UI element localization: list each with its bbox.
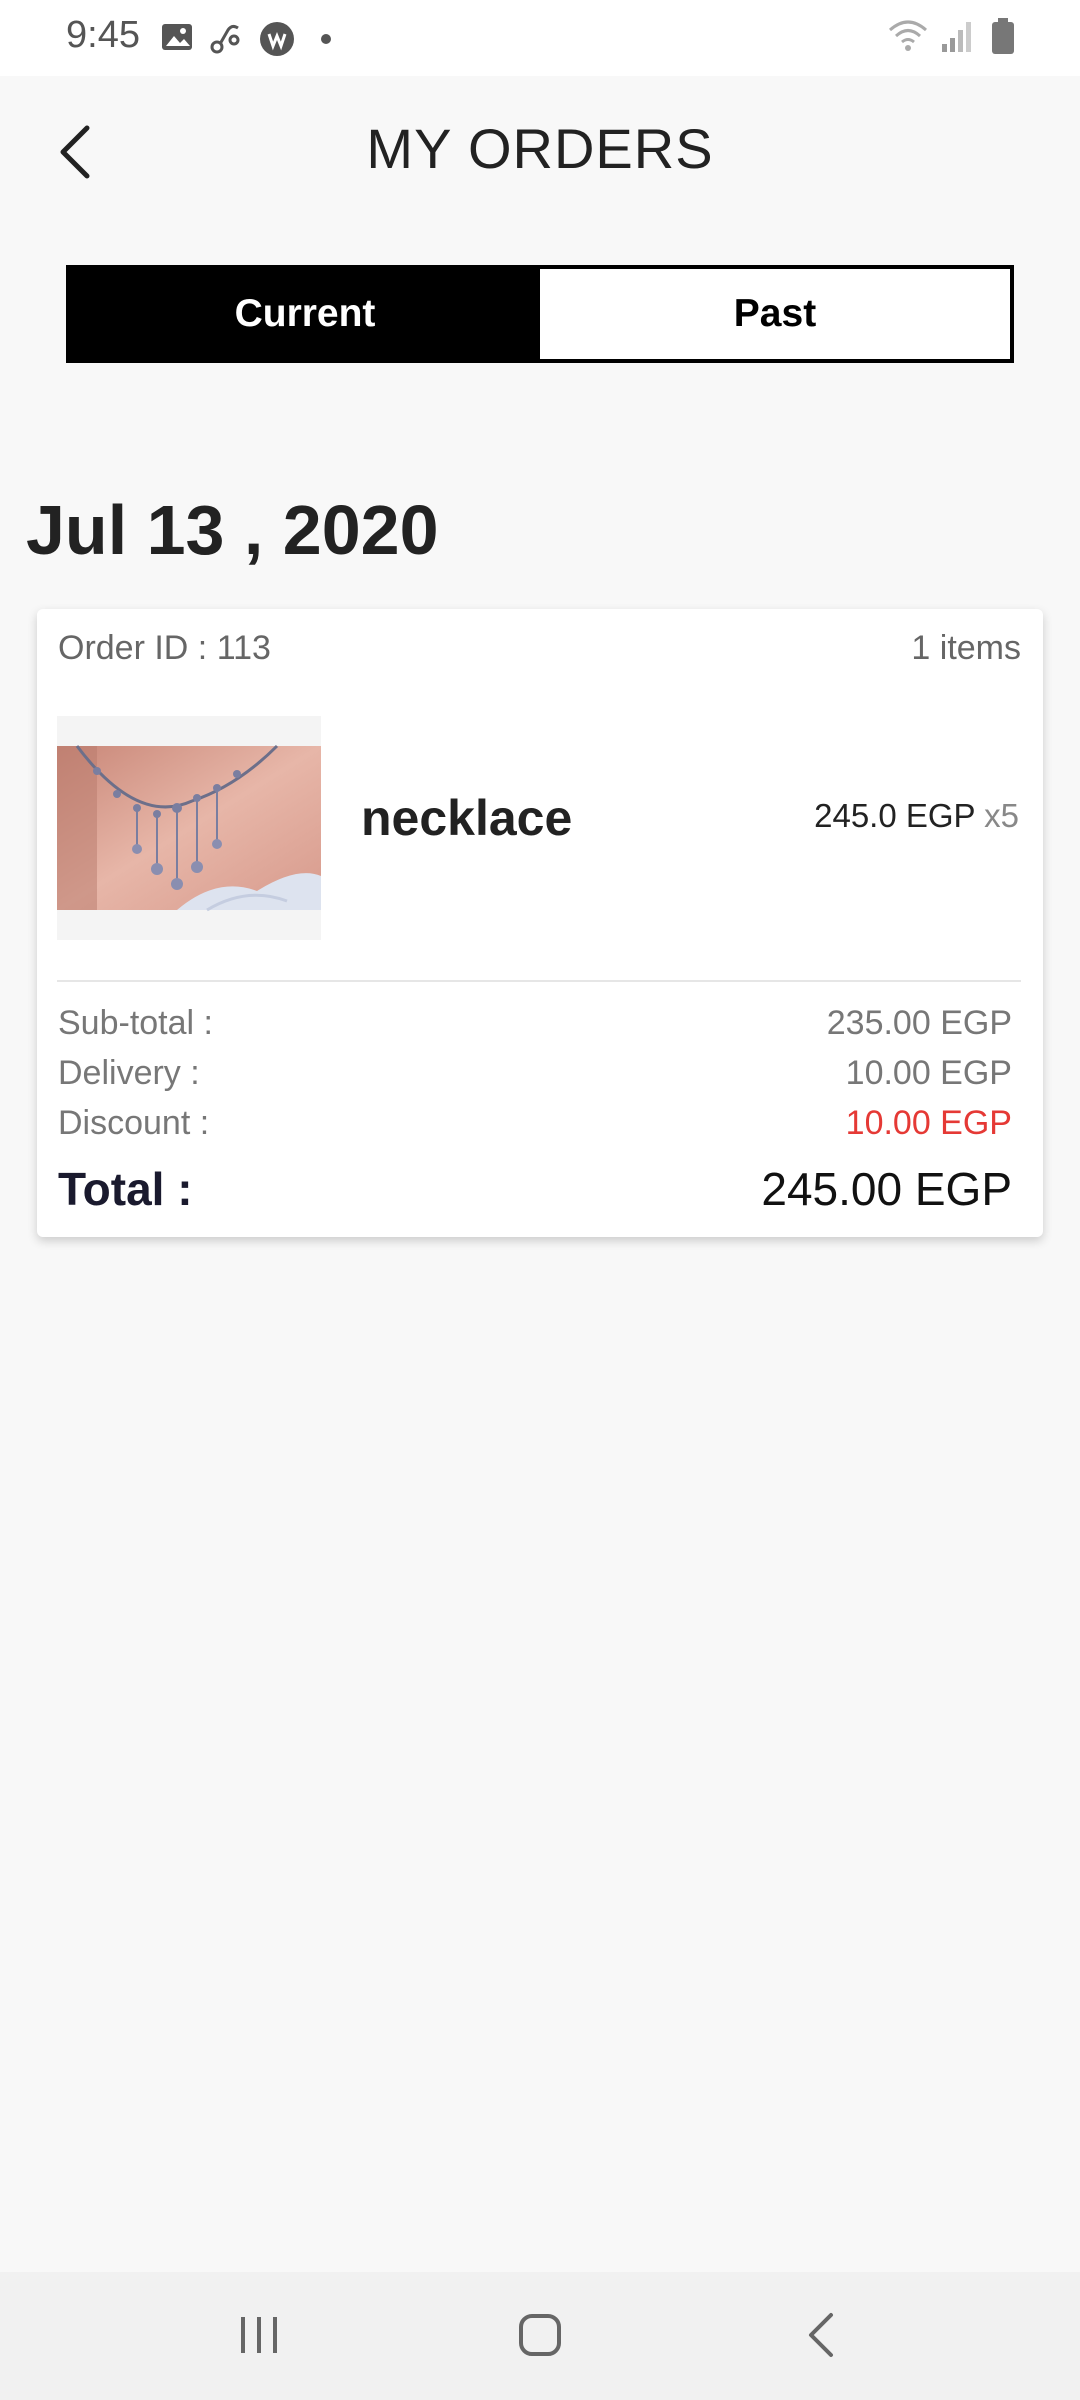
divider (57, 980, 1021, 982)
signal-icon (940, 18, 974, 59)
total-label: Total : (58, 1163, 193, 1215)
subtotal-value: 235.00 EGP (826, 1004, 1012, 1042)
item-count: 1 items (911, 629, 1021, 667)
home-button[interactable] (505, 2302, 575, 2372)
back-icon (803, 2311, 839, 2364)
status-time: 9:45 (66, 14, 140, 56)
link-icon (208, 20, 244, 61)
status-bar: 9:45 (0, 0, 1080, 76)
subtotal-row: Sub-total : 235.00 EGP (58, 1004, 1012, 1043)
delivery-row: Delivery : 10.00 EGP (58, 1054, 1012, 1093)
recent-apps-icon (237, 2313, 281, 2362)
app-icon (258, 20, 296, 63)
product-quantity: x5 (984, 797, 1019, 834)
discount-label: Discount : (58, 1104, 210, 1142)
system-nav-bar (0, 2272, 1080, 2400)
tab-past[interactable]: Past (540, 269, 1010, 359)
delivery-value: 10.00 EGP (845, 1054, 1012, 1092)
home-icon (516, 2311, 564, 2364)
battery-icon (990, 16, 1016, 61)
order-id: Order ID : 113 (58, 629, 271, 667)
recent-apps-button[interactable] (224, 2302, 294, 2372)
total-value: 245.00 EGP (761, 1163, 1012, 1215)
product-image (57, 716, 321, 940)
dot-icon (320, 32, 332, 50)
wifi-icon (888, 18, 928, 59)
subtotal-label: Sub-total : (58, 1004, 213, 1042)
order-card[interactable]: Order ID : 113 1 items necklace 245.0 EG… (37, 609, 1043, 1237)
product-price-line: 245.0 EGP x5 (814, 797, 1019, 835)
gallery-icon (160, 20, 194, 59)
system-back-button[interactable] (786, 2302, 856, 2372)
page-title: MY ORDERS (366, 117, 714, 180)
product-name: necklace (361, 790, 573, 846)
delivery-label: Delivery : (58, 1054, 200, 1092)
order-date-heading: Jul 13 , 2020 (26, 491, 439, 569)
order-tabs: Current Past (66, 265, 1014, 363)
tab-current[interactable]: Current (70, 269, 540, 359)
header: MY ORDERS (0, 76, 1080, 226)
discount-row: Discount : 10.00 EGP (58, 1104, 1012, 1143)
discount-value: 10.00 EGP (845, 1104, 1012, 1142)
total-row: Total : 245.00 EGP (58, 1162, 1012, 1216)
product-price: 245.0 EGP (814, 797, 975, 834)
